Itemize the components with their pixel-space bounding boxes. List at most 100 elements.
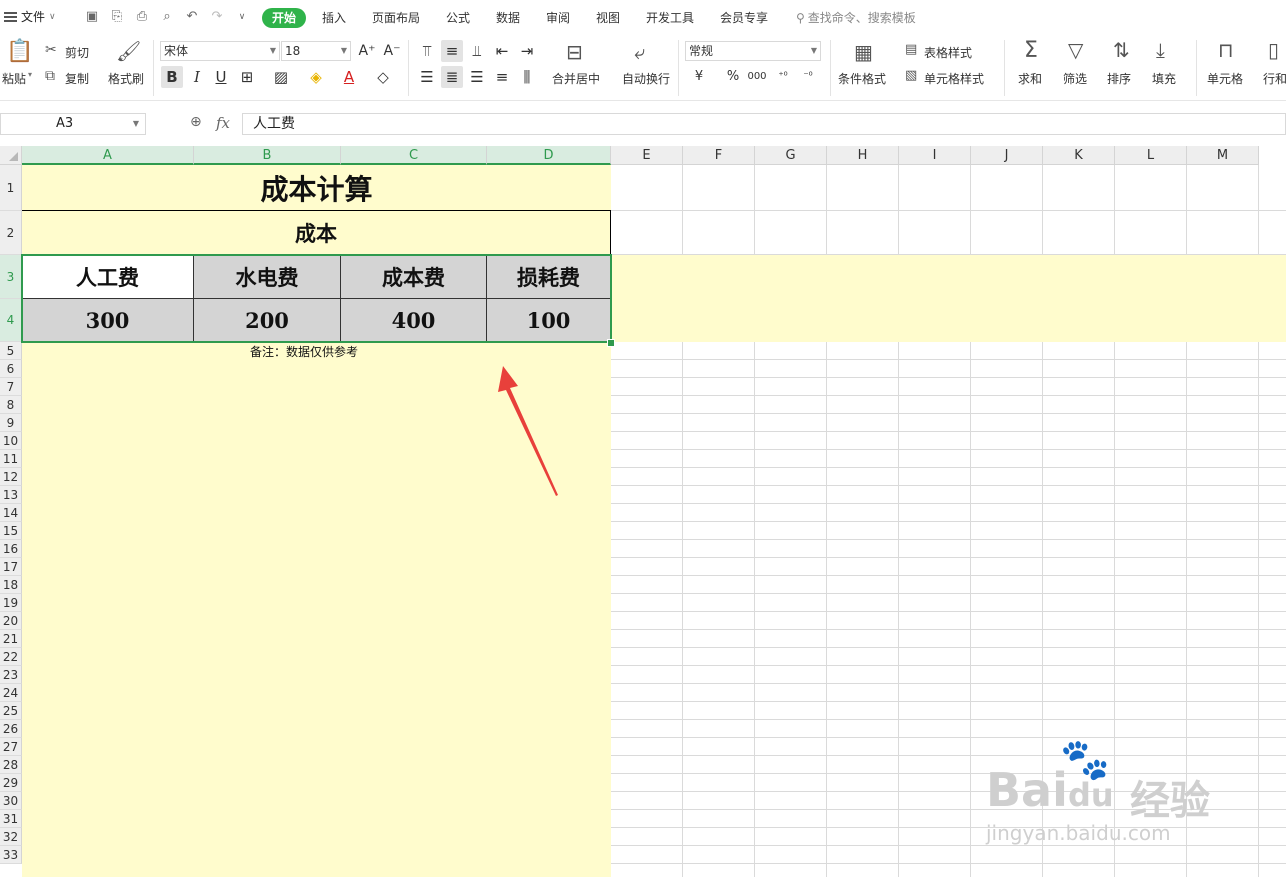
tab-home[interactable]: 开始	[262, 8, 306, 28]
zoom-icon[interactable]: ⊕	[190, 114, 202, 130]
column-header-f[interactable]: F	[683, 146, 755, 165]
row-header-16[interactable]: 16	[0, 540, 22, 558]
align-middle-icon[interactable]: ≡	[441, 40, 463, 62]
align-left-icon[interactable]: ☰	[416, 66, 438, 88]
file-menu[interactable]: 文件 ∨	[4, 8, 56, 25]
print-preview-icon[interactable]: ⌕	[159, 9, 175, 25]
column-header-m[interactable]: M	[1187, 146, 1259, 165]
paste-dropdown-icon[interactable]: ▾	[28, 70, 32, 79]
sort-button[interactable]: 排序	[1107, 70, 1131, 87]
row-header-30[interactable]: 30	[0, 792, 22, 810]
increase-font-icon[interactable]: A⁺	[356, 40, 378, 62]
bold-button[interactable]: B	[161, 66, 183, 88]
table-style-button[interactable]: 表格样式	[924, 44, 972, 61]
underline-button[interactable]: U	[210, 66, 232, 88]
row-header-25[interactable]: 25	[0, 702, 22, 720]
row-header-2[interactable]: 2	[0, 211, 22, 255]
row-header-33[interactable]: 33	[0, 846, 22, 864]
number-format-select[interactable]: 常规 ▼	[685, 41, 821, 61]
percent-icon[interactable]: %	[722, 66, 744, 88]
copy-button[interactable]: 复制	[65, 70, 89, 87]
redo-icon[interactable]: ↷	[209, 9, 225, 25]
tab-page-layout[interactable]: 页面布局	[372, 9, 420, 26]
increase-decimal-icon[interactable]: ⁺⁰	[772, 66, 794, 88]
row-header-13[interactable]: 13	[0, 486, 22, 504]
row-header-31[interactable]: 31	[0, 810, 22, 828]
column-header-e[interactable]: E	[611, 146, 683, 165]
cut-button[interactable]: 剪切	[65, 44, 89, 61]
column-header-g[interactable]: G	[755, 146, 827, 165]
column-header-h[interactable]: H	[827, 146, 899, 165]
row-header-19[interactable]: 19	[0, 594, 22, 612]
row-header-15[interactable]: 15	[0, 522, 22, 540]
formula-input[interactable]: 人工费	[242, 113, 1286, 135]
align-right-icon[interactable]: ☰	[466, 66, 488, 88]
row-header-21[interactable]: 21	[0, 630, 22, 648]
spreadsheet-grid[interactable]: A B C D E F G H I J K L M 1 2 3 4 5 6 7 8 9 10 11 12 13 14 15 16 17 18…	[0, 146, 1286, 877]
font-name-select[interactable]: 宋体 ▼	[160, 41, 280, 61]
cell-button[interactable]: 单元格	[1207, 70, 1243, 87]
row-header-9[interactable]: 9	[0, 414, 22, 432]
column-header-a[interactable]: A	[22, 146, 194, 165]
quick-access-dropdown-icon[interactable]: ∨	[234, 9, 250, 25]
row-header-26[interactable]: 26	[0, 720, 22, 738]
tab-member[interactable]: 会员专享	[720, 9, 768, 26]
clear-format-icon[interactable]: ◇	[372, 66, 394, 88]
border-icon[interactable]: ⊞	[236, 66, 258, 88]
subtitle-cell[interactable]: 成本	[22, 211, 611, 255]
select-all-corner[interactable]	[0, 146, 22, 165]
column-header-d[interactable]: D	[487, 146, 611, 165]
row-header-24[interactable]: 24	[0, 684, 22, 702]
tab-data[interactable]: 数据	[496, 9, 520, 26]
row-header-12[interactable]: 12	[0, 468, 22, 486]
save-icon[interactable]: ▣	[84, 9, 100, 25]
tab-review[interactable]: 审阅	[546, 9, 570, 26]
row-header-10[interactable]: 10	[0, 432, 22, 450]
column-header-l[interactable]: L	[1115, 146, 1187, 165]
filter-button[interactable]: 筛选	[1063, 70, 1087, 87]
column-header-j[interactable]: J	[971, 146, 1043, 165]
sum-button[interactable]: 求和	[1018, 70, 1042, 87]
justify-icon[interactable]: ≡	[491, 66, 513, 88]
export-icon[interactable]: ⎘	[109, 9, 125, 25]
column-header-b[interactable]: B	[194, 146, 341, 165]
row-header-17[interactable]: 17	[0, 558, 22, 576]
decrease-indent-icon[interactable]: ⇤	[491, 40, 513, 62]
paste-icon[interactable]: 📋	[6, 39, 33, 64]
row-header-27[interactable]: 27	[0, 738, 22, 756]
row-header-4[interactable]: 4	[0, 299, 22, 342]
currency-icon[interactable]: ¥	[688, 66, 710, 88]
row-header-8[interactable]: 8	[0, 396, 22, 414]
row-header-22[interactable]: 22	[0, 648, 22, 666]
fx-icon[interactable]: fx	[216, 114, 230, 132]
align-bottom-icon[interactable]: ⫫	[466, 40, 488, 62]
name-box[interactable]: A3 ▼	[0, 113, 146, 135]
font-color-icon[interactable]: A	[338, 66, 360, 88]
row-header-5[interactable]: 5	[0, 342, 22, 360]
merge-center-button[interactable]: 合并居中	[552, 70, 600, 87]
row-header-11[interactable]: 11	[0, 450, 22, 468]
italic-button[interactable]: I	[186, 66, 208, 88]
row-header-7[interactable]: 7	[0, 378, 22, 396]
wrap-text-button[interactable]: 自动换行	[622, 70, 670, 87]
note-cell[interactable]: 备注：数据仅供参考	[250, 343, 358, 360]
tab-insert[interactable]: 插入	[322, 9, 346, 26]
tab-developer[interactable]: 开发工具	[646, 9, 694, 26]
column-header-c[interactable]: C	[341, 146, 487, 165]
decrease-font-icon[interactable]: A⁻	[381, 40, 403, 62]
distributed-icon[interactable]: ⫼	[516, 66, 538, 88]
undo-icon[interactable]: ↶	[184, 9, 200, 25]
row-header-18[interactable]: 18	[0, 576, 22, 594]
cell-fill-pattern-icon[interactable]: ▨	[270, 66, 292, 88]
row-header-14[interactable]: 14	[0, 504, 22, 522]
row-header-29[interactable]: 29	[0, 774, 22, 792]
increase-indent-icon[interactable]: ⇥	[516, 40, 538, 62]
title-cell[interactable]: 成本计算	[22, 166, 611, 211]
tab-formulas[interactable]: 公式	[446, 9, 470, 26]
row-header-6[interactable]: 6	[0, 360, 22, 378]
cell-style-button[interactable]: 单元格样式	[924, 70, 984, 87]
conditional-format-button[interactable]: 条件格式	[838, 70, 886, 87]
tab-view[interactable]: 视图	[596, 9, 620, 26]
fill-color-icon[interactable]: ◈	[305, 66, 327, 88]
column-header-k[interactable]: K	[1043, 146, 1115, 165]
